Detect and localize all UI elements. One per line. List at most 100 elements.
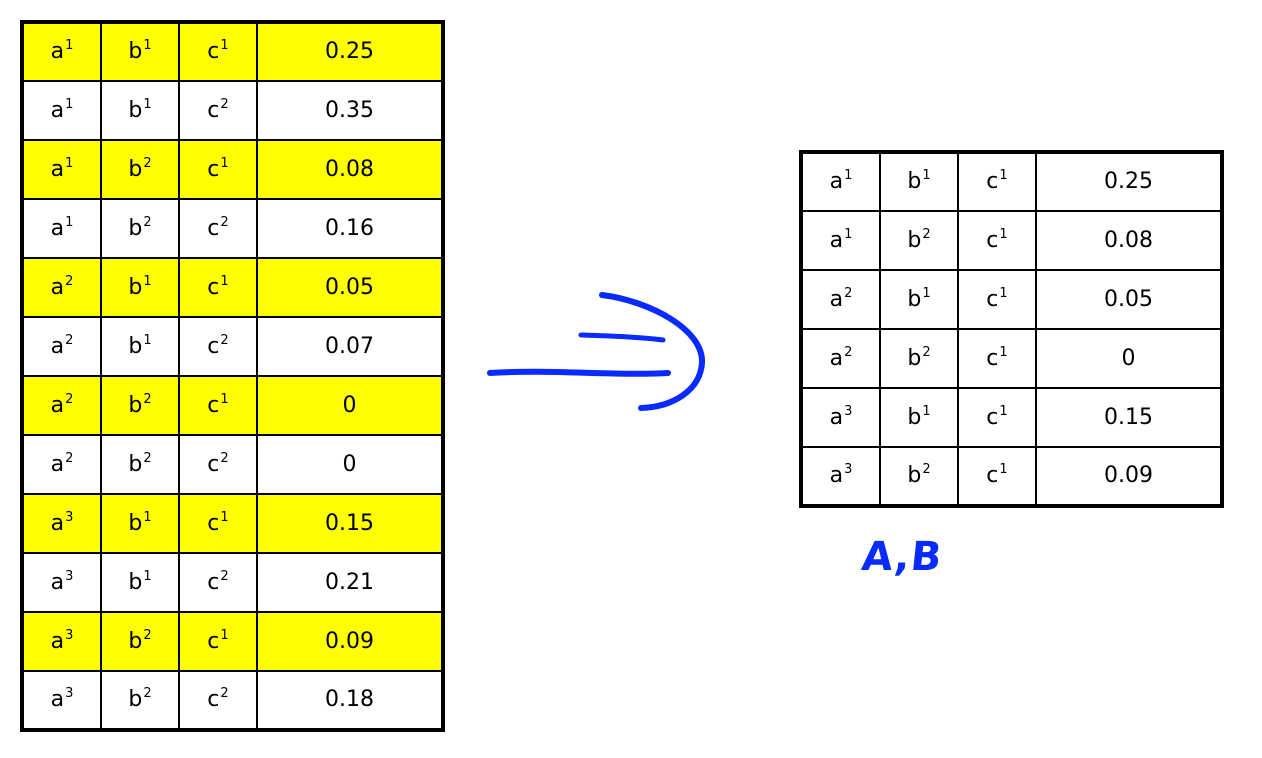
full-factor-table: a1 b1 c1 0.25 a1 b1 c2 0.35 a1 b2 c1 0.08 a1 b2 c2 0.16… (20, 20, 445, 732)
variable-b-label: b2 (128, 214, 152, 241)
variable-a-index: 3 (844, 462, 853, 477)
variable-a-cell: a1 (21, 198, 102, 259)
variable-a-index: 1 (65, 96, 74, 112)
variable-a-cell: a1 (800, 210, 881, 271)
variable-b-cell: b1 (100, 552, 180, 613)
variable-a-cell: a2 (800, 269, 881, 330)
variable-c-label: c1 (207, 273, 229, 300)
variable-c-index: 2 (220, 332, 229, 348)
factor-value-cell: 0.08 (256, 139, 444, 200)
table-row: a1 b2 c1 0.08 (800, 210, 1223, 271)
variable-c-cell: c1 (957, 387, 1037, 448)
variable-b-cell: b2 (100, 198, 180, 259)
variable-c-label: c1 (986, 462, 1008, 488)
variable-c-cell: c1 (178, 611, 258, 672)
variable-a-label: a3 (50, 568, 74, 595)
variable-a-label: a3 (50, 686, 74, 712)
variable-a-label: a1 (50, 214, 74, 241)
variable-a-cell: a1 (21, 80, 102, 141)
table-row: a1 b1 c1 0.25 (800, 151, 1223, 212)
factor-value-cell: 0 (256, 434, 444, 495)
reduced-factor-body: a1 b1 c1 0.25 a1 b2 c1 0.08 a2 b1 c1 0.05 a2 b2 c1 0 a3 b… (800, 151, 1223, 507)
variable-c-index: 2 (220, 214, 229, 230)
variable-b-index: 1 (922, 285, 931, 301)
variable-c-cell: c1 (957, 269, 1037, 330)
variable-b-label: b1 (128, 38, 152, 64)
variable-a-label: a1 (50, 96, 74, 123)
variable-c-label: c1 (986, 344, 1008, 371)
variable-c-label: c1 (207, 627, 229, 654)
variable-c-cell: c2 (178, 434, 258, 495)
variable-b-label: b1 (128, 96, 152, 123)
variable-c-cell: c1 (178, 375, 258, 436)
variable-a-label: a1 (829, 226, 853, 253)
variable-c-cell: c1 (178, 139, 258, 200)
variable-c-index: 1 (999, 344, 1008, 360)
table-row: a1 b1 c2 0.35 (21, 80, 444, 141)
variable-a-label: a1 (50, 155, 74, 182)
variable-a-cell: a3 (21, 493, 102, 554)
table-row: a2 b2 c2 0 (21, 434, 444, 495)
variable-a-label: a2 (829, 285, 853, 312)
variable-b-index: 1 (143, 568, 152, 584)
variable-b-cell: b1 (100, 21, 180, 82)
variable-a-cell: a1 (21, 21, 102, 82)
variable-b-cell: b1 (879, 269, 959, 330)
variable-b-label: b2 (128, 450, 152, 477)
variable-b-label: b1 (907, 168, 931, 194)
variable-c-cell: c1 (957, 151, 1037, 212)
variable-a-label: a3 (829, 403, 853, 430)
variable-b-label: b2 (907, 462, 931, 488)
variable-c-index: 1 (220, 391, 229, 407)
factor-value-cell: 0.16 (256, 198, 444, 259)
factor-value-cell: 0.25 (1035, 151, 1223, 212)
variable-a-index: 1 (844, 168, 853, 183)
variable-c-index: 2 (220, 568, 229, 584)
variable-a-index: 2 (65, 273, 74, 289)
variable-b-cell: b2 (879, 328, 959, 389)
variable-b-cell: b2 (100, 434, 180, 495)
variable-a-label: a3 (829, 462, 853, 488)
variable-c-index: 1 (220, 38, 229, 53)
table-row: a1 b2 c2 0.16 (21, 198, 444, 259)
factor-value-cell: 0.09 (1035, 446, 1223, 507)
variable-b-label: b2 (128, 627, 152, 654)
table-row: a3 b1 c1 0.15 (21, 493, 444, 554)
variable-c-cell: c1 (178, 493, 258, 554)
factor-value-cell: 0.35 (256, 80, 444, 141)
variable-b-cell: b1 (879, 151, 959, 212)
variable-c-index: 2 (220, 96, 229, 112)
table-row: a2 b1 c2 0.07 (21, 316, 444, 377)
table-row: a1 b2 c1 0.08 (21, 139, 444, 200)
variable-c-label: c1 (207, 38, 229, 64)
table-row: a2 b2 c1 0 (800, 328, 1223, 389)
variable-a-cell: a3 (800, 446, 881, 507)
variable-b-index: 1 (143, 509, 152, 525)
variable-c-cell: c2 (178, 670, 258, 731)
table-row: a1 b1 c1 0.25 (21, 21, 444, 82)
variable-a-cell: a3 (21, 552, 102, 613)
variable-c-cell: c2 (178, 198, 258, 259)
variable-b-index: 1 (922, 168, 931, 183)
variable-a-cell: a3 (21, 611, 102, 672)
variable-c-label: c2 (207, 332, 229, 359)
variable-b-index: 2 (922, 344, 931, 360)
variable-c-label: c1 (207, 509, 229, 536)
variable-b-index: 1 (143, 273, 152, 289)
table-row: a2 b1 c1 0.05 (21, 257, 444, 318)
variable-c-index: 1 (220, 155, 229, 171)
variable-a-index: 2 (65, 391, 74, 407)
factor-value-cell: 0.15 (256, 493, 444, 554)
variable-c-cell: c1 (957, 446, 1037, 507)
variable-c-index: 1 (220, 509, 229, 525)
variable-b-index: 1 (143, 38, 152, 53)
variable-b-cell: b1 (879, 387, 959, 448)
variable-b-index: 2 (143, 627, 152, 643)
factor-value-cell: 0.25 (256, 21, 444, 82)
variable-c-cell: c1 (957, 328, 1037, 389)
factor-value-cell: 0.07 (256, 316, 444, 377)
variable-c-cell: c1 (957, 210, 1037, 271)
variable-b-label: b2 (128, 155, 152, 182)
variable-c-cell: c1 (178, 21, 258, 82)
variable-b-cell: b2 (879, 210, 959, 271)
